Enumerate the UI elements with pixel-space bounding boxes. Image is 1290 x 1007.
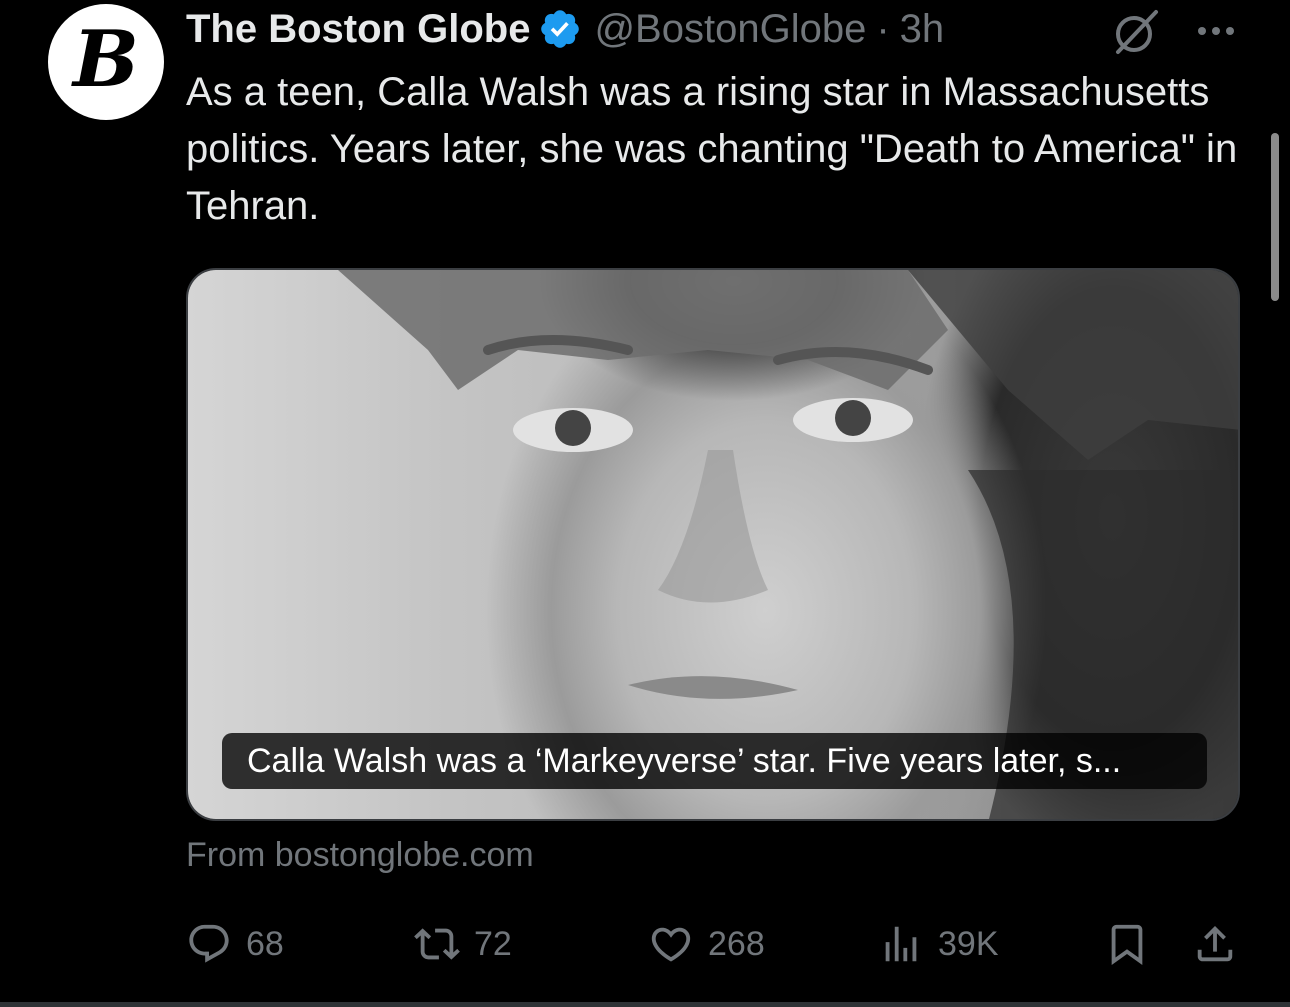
divider bbox=[0, 1002, 1290, 1007]
grok-icon[interactable] bbox=[1110, 8, 1162, 56]
like-button[interactable]: 268 bbox=[648, 916, 765, 972]
action-bar: 68 72 268 39K bbox=[186, 916, 1246, 972]
scrollbar-thumb[interactable] bbox=[1271, 133, 1279, 301]
avatar-logo: B bbox=[73, 14, 139, 105]
views-button[interactable]: 39K bbox=[878, 916, 999, 972]
tweet-timestamp[interactable]: 3h bbox=[900, 7, 945, 52]
reply-icon bbox=[189, 924, 229, 963]
author-display-name[interactable]: The Boston Globe bbox=[186, 7, 530, 52]
reply-button[interactable]: 68 bbox=[186, 916, 284, 972]
author-handle[interactable]: @BostonGlobe bbox=[594, 7, 866, 52]
bookmark-button[interactable] bbox=[1104, 916, 1150, 972]
like-icon bbox=[651, 927, 691, 962]
retweet-button[interactable]: 72 bbox=[414, 916, 512, 972]
more-icon[interactable] bbox=[1194, 16, 1238, 46]
share-icon bbox=[1197, 925, 1233, 962]
separator-dot: · bbox=[876, 6, 890, 51]
views-count: 39K bbox=[938, 924, 999, 963]
card-caption: Calla Walsh was a ‘Markeyverse’ star. Fi… bbox=[222, 733, 1207, 789]
card-source[interactable]: From bostonglobe.com bbox=[186, 836, 534, 875]
tweet-header: The Boston Globe @BostonGlobe · 3h bbox=[186, 4, 944, 54]
share-button[interactable] bbox=[1192, 916, 1238, 972]
verified-badge-icon[interactable] bbox=[538, 7, 582, 51]
avatar[interactable]: B bbox=[48, 4, 164, 120]
tweet[interactable]: B The Boston Globe @BostonGlobe · 3h As … bbox=[0, 0, 1290, 1007]
retweet-count: 72 bbox=[474, 924, 512, 963]
link-card[interactable]: Calla Walsh was a ‘Markeyverse’ star. Fi… bbox=[186, 268, 1240, 821]
like-count: 268 bbox=[708, 924, 765, 963]
tweet-text: As a teen, Calla Walsh was a rising star… bbox=[186, 70, 1238, 228]
retweet-icon bbox=[414, 928, 460, 960]
views-icon bbox=[885, 926, 917, 962]
reply-count: 68 bbox=[246, 924, 284, 963]
bookmark-icon bbox=[1111, 924, 1143, 965]
